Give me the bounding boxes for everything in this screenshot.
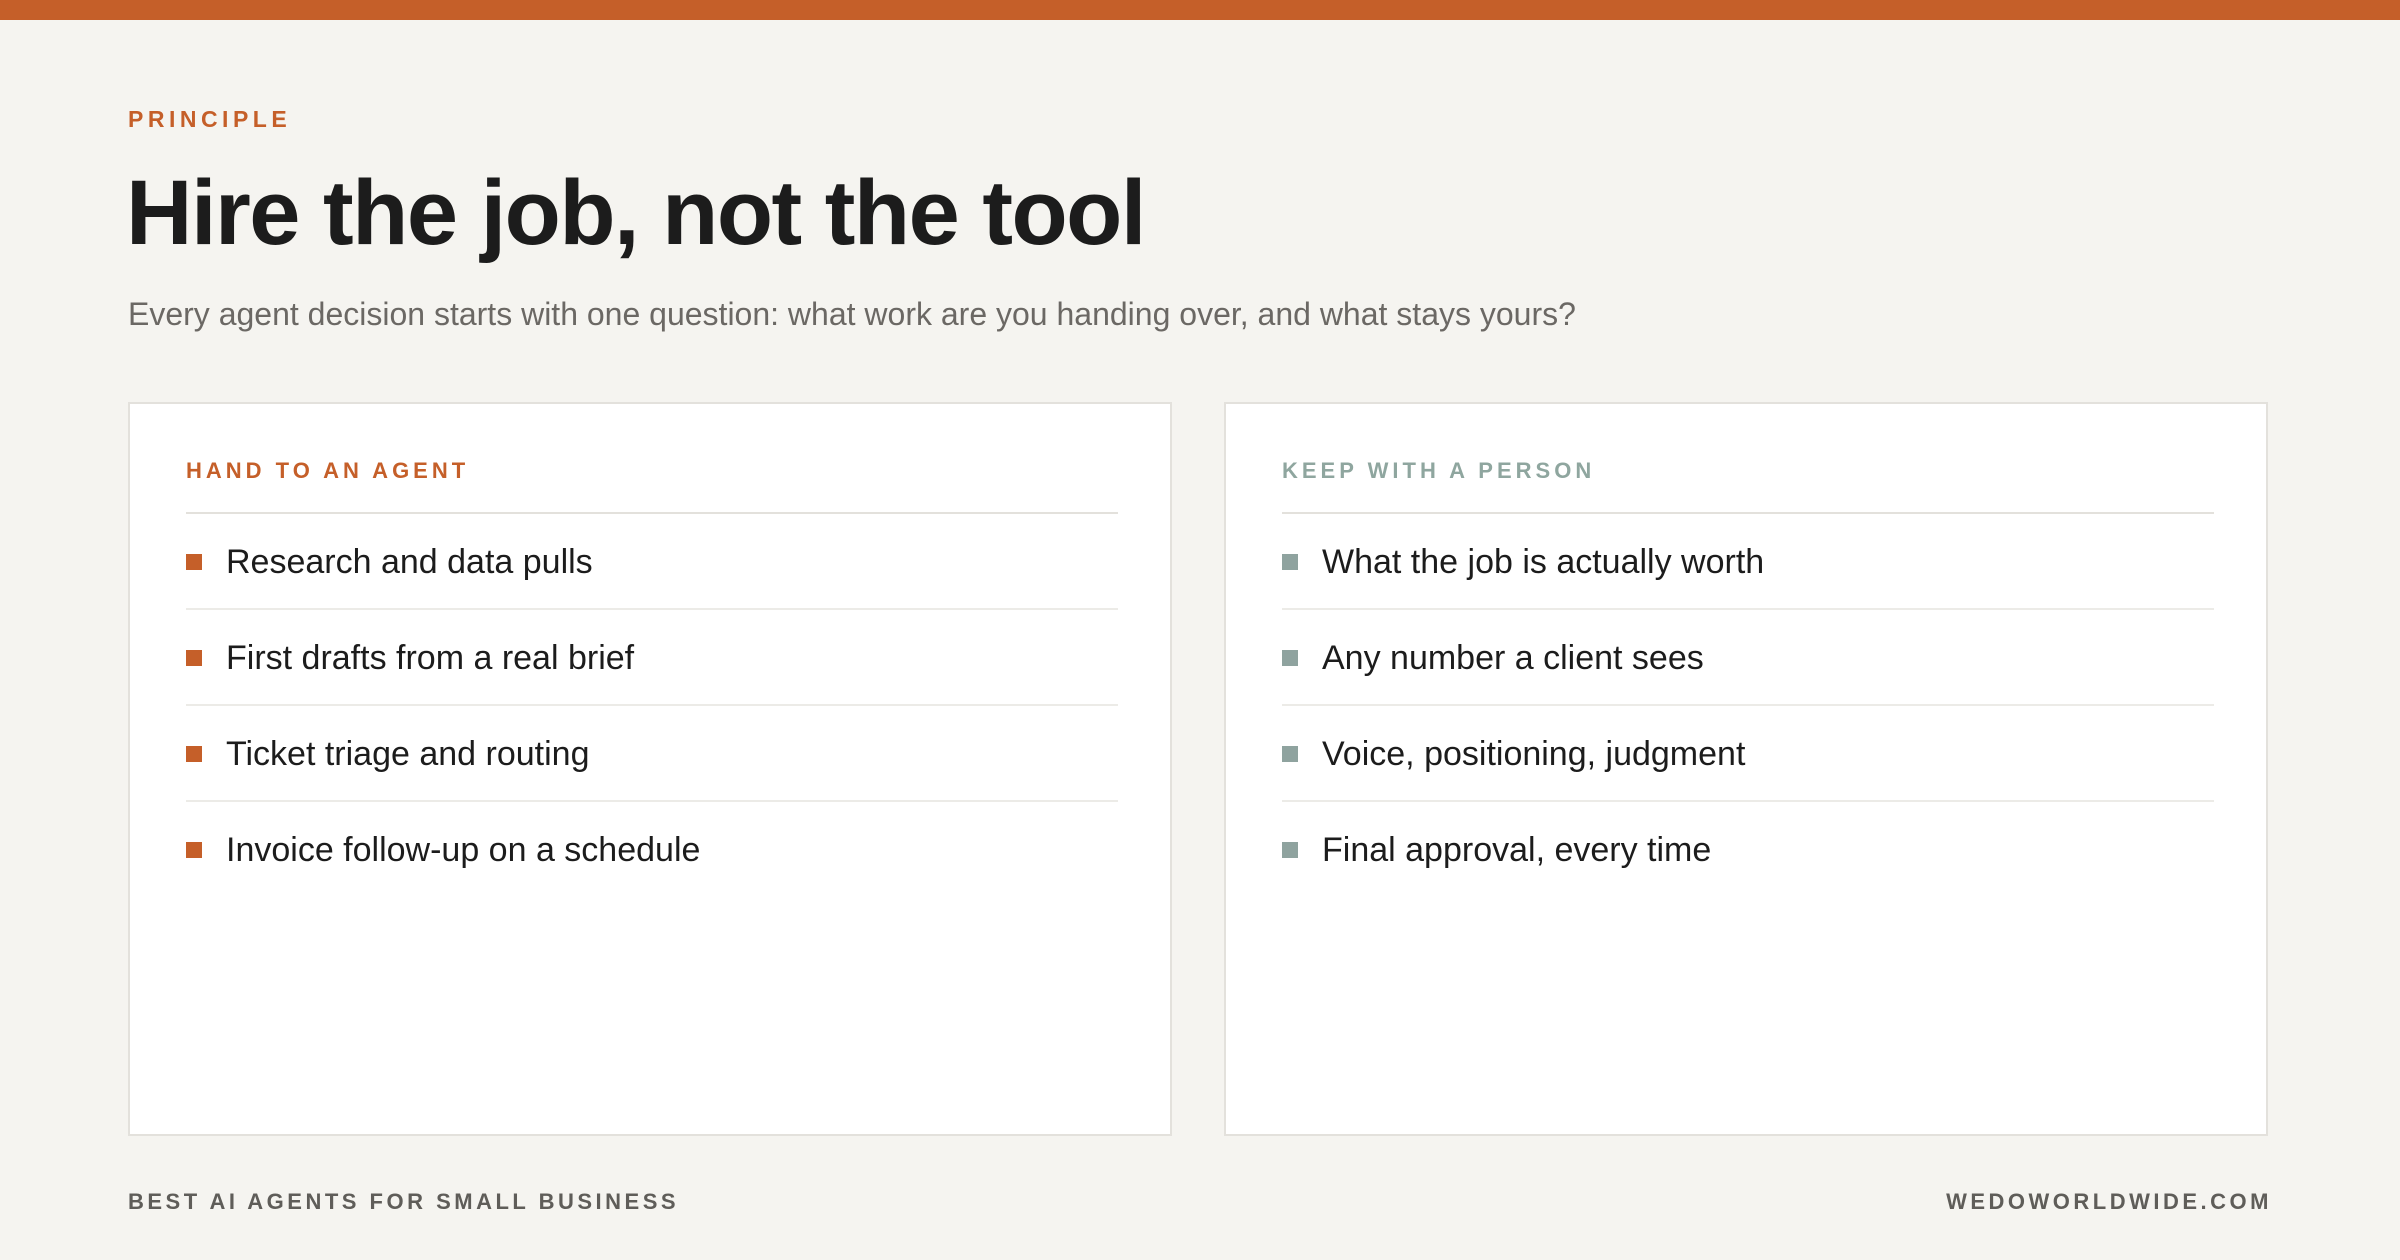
list-item: Final approval, every time [1282, 802, 2214, 898]
top-accent-bar [0, 0, 2400, 20]
list-item-text: Invoice follow-up on a schedule [226, 831, 701, 869]
list-item-text: First drafts from a real brief [226, 639, 635, 677]
page-subtitle: Every agent decision starts with one que… [128, 296, 1576, 332]
square-bullet-icon [1282, 554, 1298, 570]
hand-to-agent-card: HAND TO AN AGENT Research and data pulls… [128, 402, 1172, 1136]
agent-task-list: Research and data pulls First drafts fro… [186, 514, 1118, 898]
list-item: Ticket triage and routing [186, 706, 1118, 802]
square-bullet-icon [186, 554, 202, 570]
list-item-text: Final approval, every time [1322, 831, 1712, 869]
list-item: Voice, positioning, judgment [1282, 706, 2214, 802]
square-bullet-icon [186, 746, 202, 762]
page-title: Hire the job, not the tool [126, 162, 1146, 264]
list-item: Invoice follow-up on a schedule [186, 802, 1118, 898]
footer-website: WEDOWORLDWIDE.COM [1946, 1189, 2272, 1214]
list-item-text: What the job is actually worth [1322, 543, 1765, 581]
square-bullet-icon [1282, 842, 1298, 858]
square-bullet-icon [186, 842, 202, 858]
list-item: Research and data pulls [186, 514, 1118, 610]
keep-with-person-card: KEEP WITH A PERSON What the job is actua… [1224, 402, 2268, 1136]
card-label-person: KEEP WITH A PERSON [1282, 458, 1596, 483]
card-label-agent: HAND TO AN AGENT [186, 458, 470, 483]
person-task-list: What the job is actually worth Any numbe… [1282, 514, 2214, 898]
list-item-text: Ticket triage and routing [226, 735, 590, 773]
eyebrow-label: PRINCIPLE [128, 106, 292, 132]
square-bullet-icon [186, 650, 202, 666]
list-item-text: Research and data pulls [226, 543, 593, 581]
square-bullet-icon [1282, 650, 1298, 666]
footer-series-title: BEST AI AGENTS FOR SMALL BUSINESS [128, 1189, 680, 1214]
square-bullet-icon [1282, 746, 1298, 762]
list-item-text: Any number a client sees [1322, 639, 1704, 677]
list-item: Any number a client sees [1282, 610, 2214, 706]
list-item-text: Voice, positioning, judgment [1322, 735, 1746, 773]
list-item: First drafts from a real brief [186, 610, 1118, 706]
list-item: What the job is actually worth [1282, 514, 2214, 610]
